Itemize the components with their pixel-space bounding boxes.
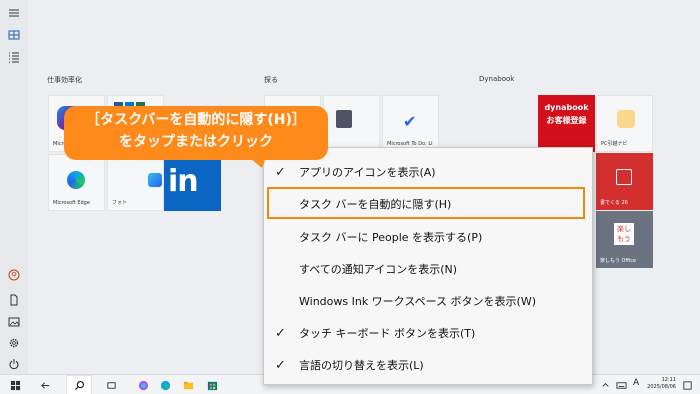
checkmark-icon: ✔ [403, 112, 417, 131]
clock[interactable]: 12:11 2025/08/06 [647, 377, 676, 391]
tanoshiu-badge: 楽し もう [614, 223, 634, 245]
explorer-icon[interactable] [181, 378, 195, 392]
edge-taskbar-icon[interactable] [158, 378, 172, 392]
hamburger-icon[interactable] [7, 6, 21, 20]
touch-keyboard-icon[interactable] [614, 378, 628, 392]
menu-item-label: 言語の切り替えを表示(L) [299, 359, 424, 372]
menu-item-label: アプリのアイコンを表示(A) [299, 166, 436, 179]
group-label-dynabook: Dynabook [479, 75, 515, 83]
search-icon [74, 381, 84, 391]
tile-pc-migration[interactable]: PC引越ナビ [596, 95, 653, 152]
pictures-icon[interactable] [7, 315, 21, 329]
callout-line-1: ［タスクバーを自動的に隠す(H)］ [86, 112, 306, 128]
dynabook-title: dynabook [544, 103, 589, 112]
tile-caption: フォト [112, 200, 128, 206]
notification-icon[interactable] [680, 378, 694, 392]
linkedin-icon: in [168, 164, 199, 199]
tile-caption: 楽しもう Office [600, 258, 637, 264]
user-icon[interactable] [7, 268, 21, 282]
tile-caption: Microsoft Edge [53, 200, 90, 206]
back-arrow-icon[interactable] [38, 378, 52, 392]
tile-linkedin[interactable]: in [164, 154, 221, 211]
tile-edge[interactable]: Microsoft Edge [48, 154, 105, 211]
pc-migration-icon [617, 110, 635, 128]
dynabook-subtitle: お客様登録 [546, 116, 587, 125]
edge-icon [67, 171, 85, 189]
ime-indicator[interactable]: A [633, 378, 639, 388]
tiles-icon[interactable] [7, 28, 21, 42]
clock-time: 12:11 [661, 377, 676, 383]
tile-tanoshiu-office[interactable]: 楽し もう 楽しもう Office [596, 211, 653, 268]
highlight-box [267, 187, 585, 219]
tile-photos[interactable]: フォト [107, 154, 164, 211]
tile-sticky[interactable]: 書でくる 26 [596, 153, 653, 210]
checkmark-icon: ✓ [275, 357, 286, 373]
menu-item-label: Windows Ink ワークスペース ボタンを表示(W) [299, 295, 536, 308]
menu-item-label: タッチ キーボード ボタンを表示(T) [299, 327, 476, 340]
search-button[interactable] [66, 375, 92, 394]
callout-text: ［タスクバーを自動的に隠す(H)］ をタップまたはクリック [64, 109, 328, 153]
tile-calculator[interactable] [323, 95, 380, 152]
power-icon[interactable] [7, 357, 21, 371]
menu-item-show-app-icons[interactable]: ✓ アプリのアイコンを表示(A) [264, 156, 594, 188]
menu-item-label: タスク バーに People を表示する(P) [299, 231, 483, 244]
menu-item-show-language-switch[interactable]: ✓ 言語の切り替えを表示(L) [264, 349, 594, 381]
task-view-icon[interactable] [104, 378, 118, 392]
windows-start-icon[interactable] [8, 378, 22, 392]
tile-caption: 書でくる 26 [600, 200, 628, 206]
checkmark-icon: ✓ [275, 325, 286, 341]
tile-todo[interactable]: ✔ Microsoft To Do: Li [382, 95, 439, 152]
menu-item-show-people[interactable]: タスク バーに People を表示する(P) [264, 221, 594, 253]
copilot-icon[interactable] [136, 378, 150, 392]
tile-caption: PC引越ナビ [601, 141, 628, 147]
group-label-explore: 探る [264, 76, 278, 84]
start-left-rail [0, 0, 28, 374]
menu-item-show-windows-ink[interactable]: Windows Ink ワークスペース ボタンを表示(W) [264, 285, 594, 317]
menu-item-show-all-notification-icons[interactable]: すべての通知アイコンを表示(N) [264, 253, 594, 285]
callout-line-2: をタップまたはクリック [119, 134, 273, 150]
list-icon[interactable] [7, 50, 21, 64]
checkmark-icon: ✓ [275, 164, 286, 180]
store-icon[interactable] [205, 378, 219, 392]
taskbar-context-menu: ✓ アプリのアイコンを表示(A) タスク バーを自動的に隠す(H) タスク バー… [263, 147, 593, 385]
photos-icon [148, 173, 162, 187]
chevron-up-icon[interactable] [598, 378, 612, 392]
tile-dynabook-register[interactable]: dynabook お客様登録 [538, 95, 595, 152]
group-label-productivity: 仕事効率化 [47, 76, 82, 84]
settings-icon[interactable] [7, 336, 21, 350]
document-icon[interactable] [7, 293, 21, 307]
menu-item-show-touch-keyboard[interactable]: ✓ タッチ キーボード ボタンを表示(T) [264, 317, 594, 349]
clock-date: 2025/08/06 [647, 384, 676, 390]
note-icon [616, 169, 632, 185]
menu-item-label: すべての通知アイコンを表示(N) [299, 263, 458, 276]
calculator-icon [336, 110, 352, 128]
